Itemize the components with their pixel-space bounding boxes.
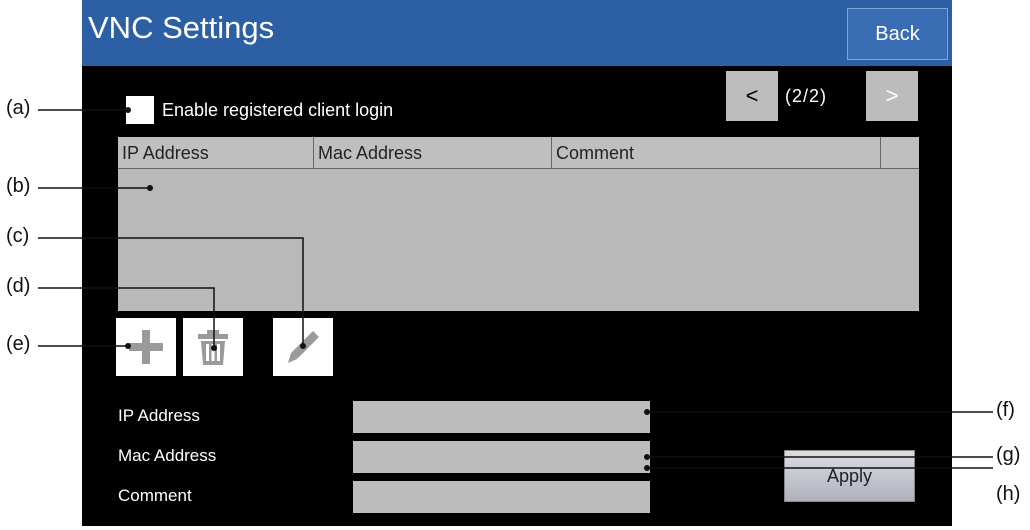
callout-f: (f) <box>996 399 1015 421</box>
callout-a: (a) <box>6 97 31 119</box>
callout-b: (b) <box>6 175 31 197</box>
callout-g: (g) <box>996 444 1021 466</box>
callout-d: (d) <box>6 275 31 297</box>
callout-e: (e) <box>6 333 31 355</box>
callout-c: (c) <box>6 225 30 247</box>
callout-lines <box>38 107 993 471</box>
callout-h: (h) <box>996 483 1021 505</box>
